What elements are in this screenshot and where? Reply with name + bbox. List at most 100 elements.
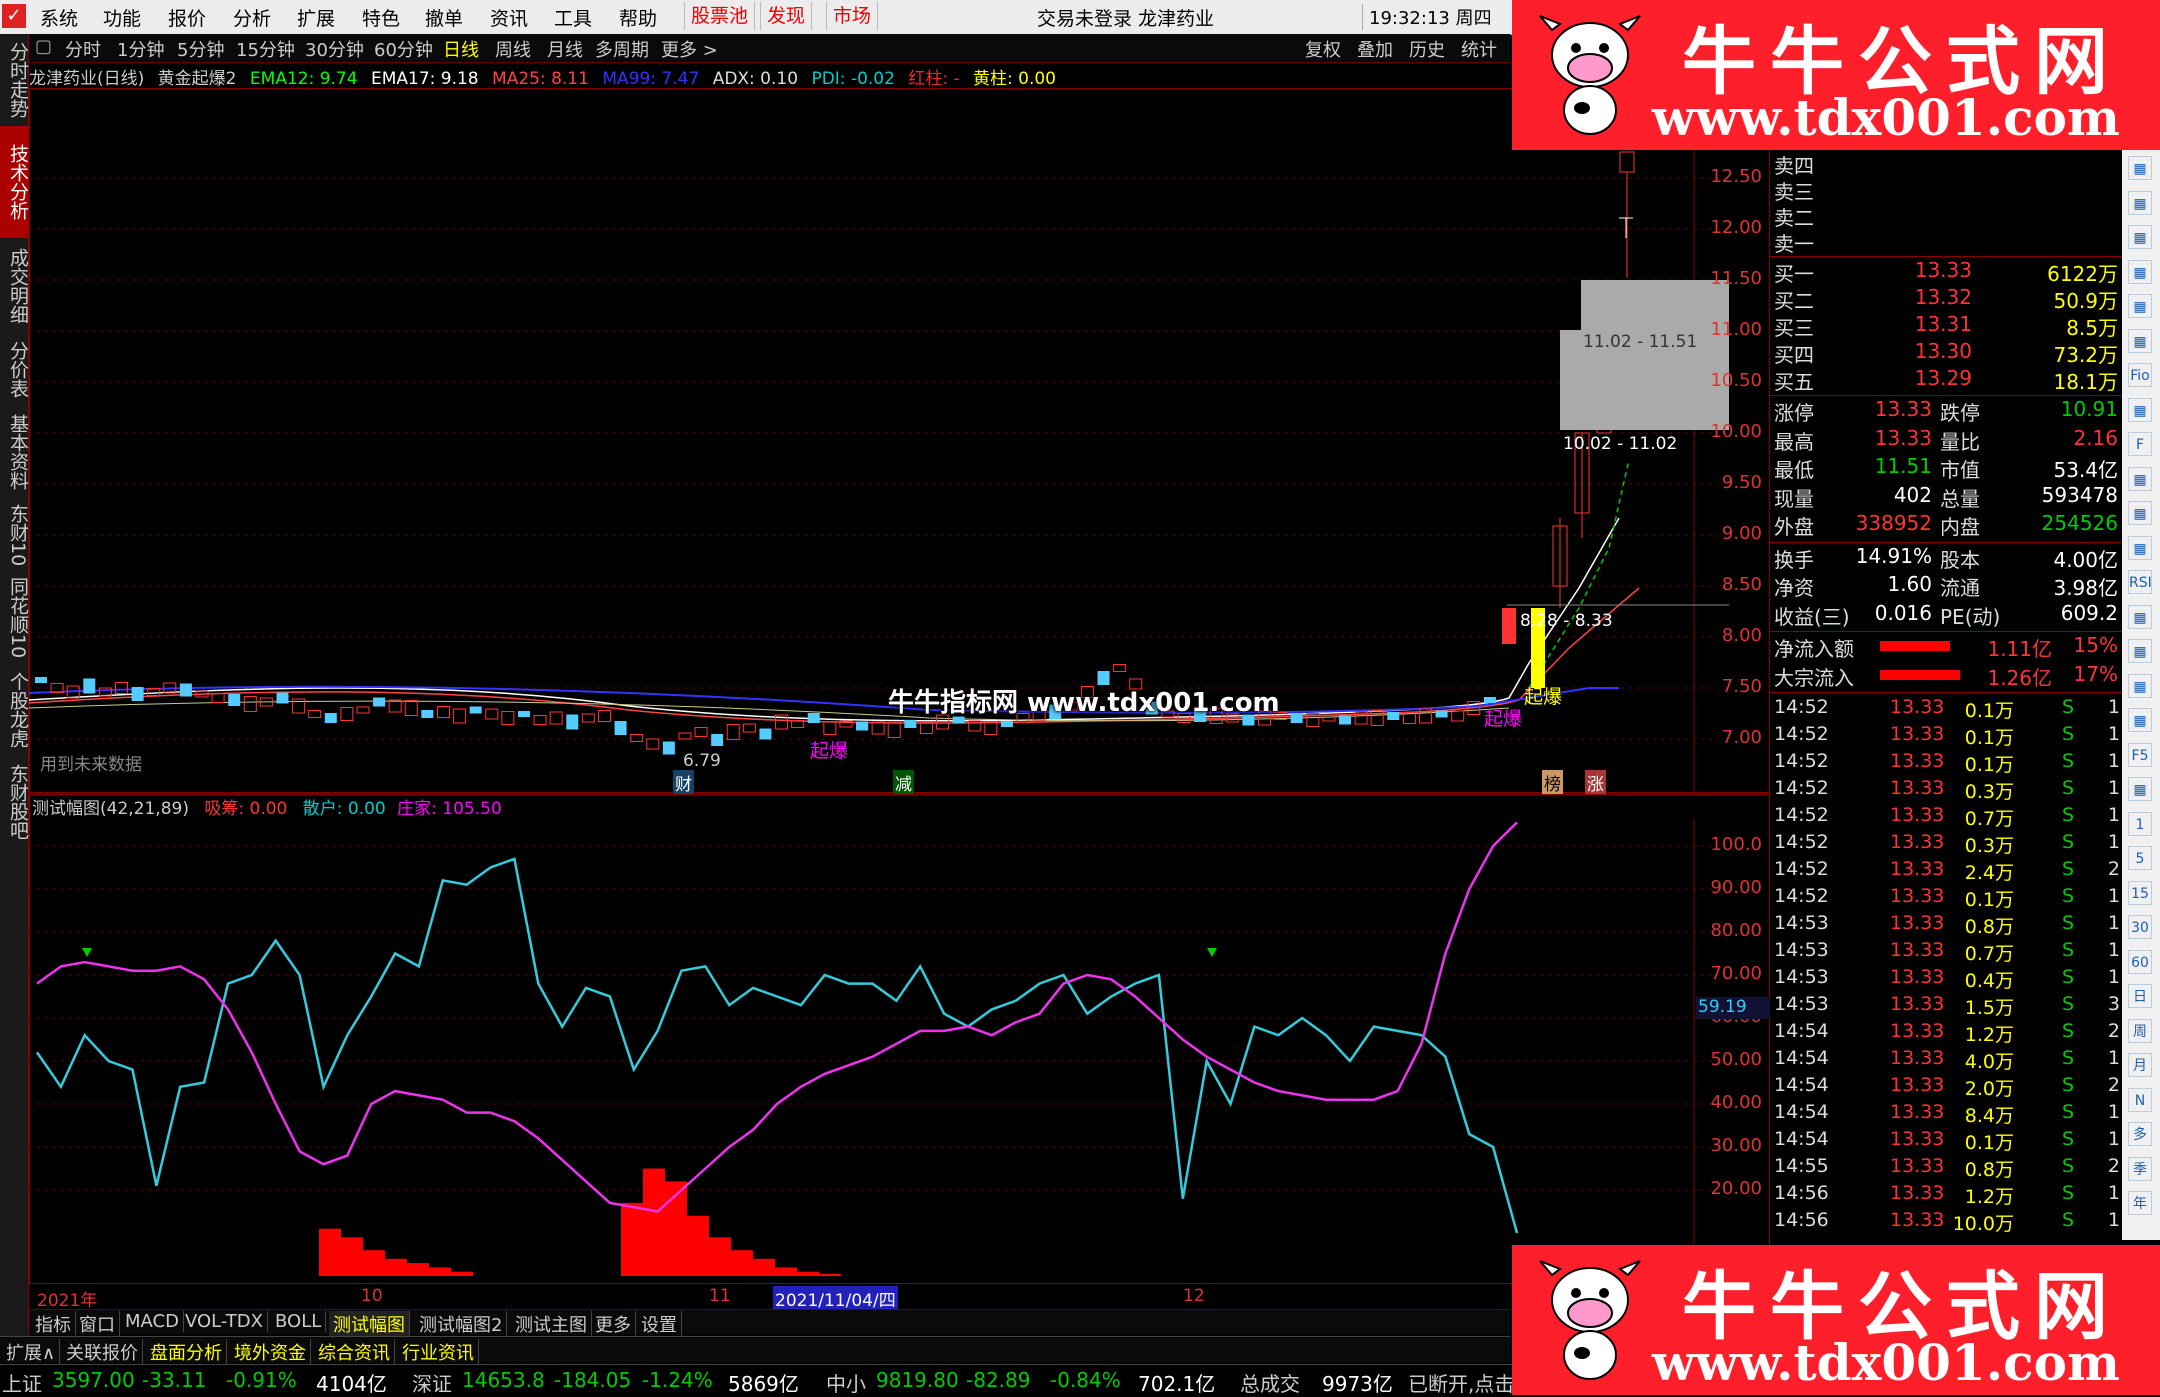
connection-status[interactable]: 已断开,点击 [1408, 1368, 1514, 1397]
period-15min[interactable]: 15分钟 [236, 36, 295, 62]
strip-grid-icon[interactable]: ▦ [2128, 328, 2152, 353]
menu-extend[interactable]: 扩展 [297, 4, 335, 31]
tab-price-table[interactable]: 分价表 [0, 334, 29, 404]
strip-button[interactable]: 30 [2128, 915, 2152, 939]
ext-toggle[interactable]: 扩展∧ [2, 1339, 61, 1365]
strip-grid-icon[interactable]: ▦ [2128, 708, 2152, 732]
strip-grid-icon[interactable]: ▦ [2128, 535, 2152, 560]
sub-chart-svg[interactable] [29, 820, 1729, 1284]
strip-button[interactable]: F [2128, 432, 2152, 456]
strip-button[interactable]: 日 [2128, 984, 2152, 1008]
strip-grid-icon[interactable]: ▦ [2128, 259, 2152, 284]
menu-cancel[interactable]: 撤单 [425, 4, 463, 31]
strip-grid-icon[interactable]: ▦ [2128, 156, 2152, 180]
strip-button[interactable]: F5 [2128, 742, 2152, 767]
tab-technical[interactable]: 技术分析 [0, 126, 29, 238]
tab-ths10[interactable]: 同花顺10 [0, 574, 29, 662]
period-multi[interactable]: 多周期 [595, 36, 649, 62]
period-intraday[interactable]: 分时 [65, 36, 101, 62]
menu-discover[interactable]: 发现 [760, 2, 813, 30]
tab-dragon-tiger[interactable]: 个股龙虎 [0, 666, 29, 754]
toggle-icon[interactable]: ▢ [35, 36, 52, 57]
ext-market-analysis[interactable]: 盘面分析 [146, 1339, 227, 1365]
strip-button[interactable]: 1 [2128, 811, 2152, 836]
tab-boll[interactable]: BOLL [271, 1311, 327, 1332]
tab-indicator[interactable]: 指标 [31, 1311, 76, 1337]
strip-grid-icon[interactable]: ▦ [2128, 294, 2152, 318]
strip-button[interactable]: N [2128, 1087, 2152, 1112]
menu-help[interactable]: 帮助 [619, 4, 657, 31]
strip-grid-icon[interactable]: ▦ [2128, 225, 2152, 249]
strip-button[interactable]: 季 [2128, 1156, 2152, 1181]
formula-name[interactable]: 黄金起爆2 [158, 69, 237, 89]
period-monthly[interactable]: 月线 [547, 36, 583, 62]
strip-button[interactable]: RSI [2128, 570, 2152, 594]
menu-news[interactable]: 资讯 [490, 4, 528, 31]
tab-intraday[interactable]: 分时走势 [0, 36, 29, 124]
menu-system[interactable]: 系统 [40, 4, 78, 31]
strip-button[interactable]: 多 [2128, 1122, 2152, 1146]
strip-button[interactable]: 15 [2128, 880, 2152, 905]
ad-banner-top[interactable]: 牛牛公式网 www.tdx001.com [1512, 0, 2160, 150]
tab-trades[interactable]: 成交明细 [0, 242, 29, 330]
sz-name[interactable]: 深证 [412, 1368, 452, 1397]
tab-guba[interactable]: 东财股吧 [0, 758, 29, 846]
menu-stock-pool[interactable]: 股票池 [684, 2, 756, 30]
event-mark-zhang[interactable]: 涨 [1585, 770, 1606, 795]
menu-function[interactable]: 功能 [103, 4, 141, 31]
tab-window[interactable]: 窗口 [75, 1311, 120, 1337]
strip-button[interactable]: 60 [2128, 949, 2152, 974]
period-1min[interactable]: 1分钟 [117, 36, 164, 62]
stats-button[interactable]: 统计 [1461, 36, 1497, 62]
strip-grid-icon[interactable]: ▦ [2128, 673, 2152, 698]
menu-quote[interactable]: 报价 [168, 4, 206, 31]
tab-test-sub[interactable]: 测试幅图 [329, 1311, 410, 1337]
period-30min[interactable]: 30分钟 [305, 36, 364, 62]
strip-grid-icon[interactable]: ▦ [2128, 466, 2152, 491]
ad-banner-bottom[interactable]: 牛牛公式网 www.tdx001.com [1512, 1245, 2160, 1395]
menu-analysis[interactable]: 分析 [233, 4, 271, 31]
event-mark-bang[interactable]: 榜 [1542, 770, 1563, 795]
period-5min[interactable]: 5分钟 [177, 36, 224, 62]
period-60min[interactable]: 60分钟 [374, 36, 433, 62]
strip-grid-icon[interactable]: ▦ [2128, 777, 2152, 801]
sell-level-label: 卖一 [1774, 232, 1814, 256]
menu-feature[interactable]: 特色 [362, 4, 400, 31]
tab-settings[interactable]: 设置 [637, 1311, 682, 1337]
strip-button[interactable]: 年 [2128, 1191, 2152, 1215]
strip-button[interactable]: 周 [2128, 1018, 2152, 1043]
tab-macd[interactable]: MACD [121, 1311, 184, 1332]
tab-eastmoney10[interactable]: 东财10 [0, 500, 29, 570]
strip-grid-icon[interactable]: ▦ [2128, 604, 2152, 629]
tab-vol-tdx[interactable]: VOL-TDX [181, 1311, 268, 1332]
strip-grid-icon[interactable]: ▦ [2128, 639, 2152, 663]
period-daily[interactable]: 日线 [443, 36, 479, 62]
ext-foreign-capital[interactable]: 境外资金 [230, 1339, 311, 1365]
sub-indicator-name[interactable]: 测试幅图(42,21,89) [32, 799, 189, 819]
strip-button[interactable]: 5 [2128, 846, 2152, 870]
overlay-button[interactable]: 叠加 [1357, 36, 1393, 62]
ext-related-quote[interactable]: 关联报价 [62, 1339, 143, 1365]
strip-grid-icon[interactable]: ▦ [2128, 397, 2152, 422]
event-mark-cai[interactable]: 财 [673, 770, 694, 795]
strip-grid-icon[interactable]: ▦ [2128, 501, 2152, 525]
tab-more[interactable]: 更多 [591, 1311, 636, 1337]
tab-test-main[interactable]: 测试主图 [511, 1311, 592, 1337]
ext-news[interactable]: 综合资讯 [314, 1339, 395, 1365]
strip-button[interactable]: 月 [2128, 1053, 2152, 1077]
ext-industry-news[interactable]: 行业资讯 [398, 1339, 479, 1365]
menu-tools[interactable]: 工具 [554, 4, 592, 31]
history-button[interactable]: 历史 [1409, 36, 1445, 62]
strip-button[interactable]: Fio [2128, 363, 2152, 387]
period-weekly[interactable]: 周线 [495, 36, 531, 62]
period-more[interactable]: 更多 > [661, 36, 718, 62]
zx-name[interactable]: 中小 [826, 1368, 866, 1397]
tab-test-sub2[interactable]: 测试幅图2 [415, 1311, 508, 1337]
menu-market[interactable]: 市场 [826, 2, 879, 30]
strip-grid-icon[interactable]: ▦ [2128, 190, 2152, 215]
main-chart-svg[interactable] [29, 88, 1729, 793]
fuquan-button[interactable]: 复权 [1305, 36, 1341, 62]
tab-basic-info[interactable]: 基本资料 [0, 408, 29, 496]
sh-name[interactable]: 上证 [2, 1368, 42, 1397]
event-mark-jian[interactable]: 减 [893, 770, 914, 795]
